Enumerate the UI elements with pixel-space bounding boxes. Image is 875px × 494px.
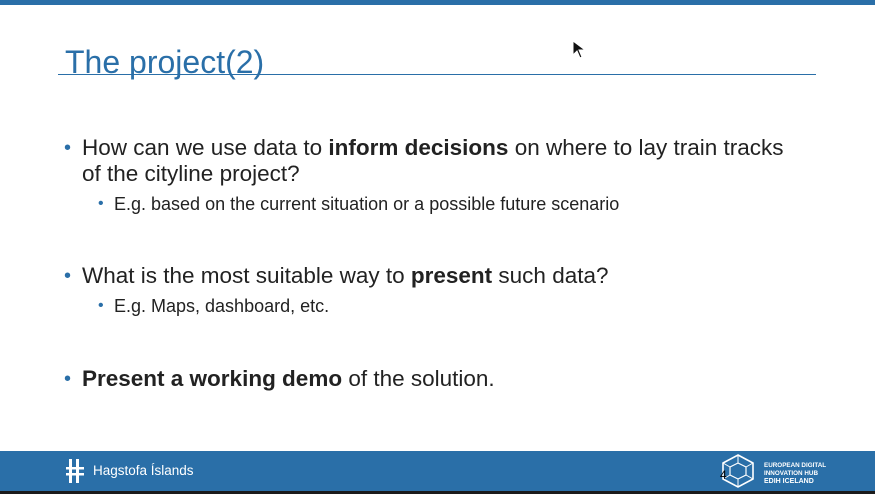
bullet-dot: • — [64, 137, 72, 159]
edih-line1: EUROPEAN DIGITAL — [764, 462, 827, 469]
sub-bullet-text: E.g. Maps, dashboard, etc. — [114, 296, 330, 316]
page-number: 4 — [720, 468, 727, 482]
top-accent-bar — [0, 0, 875, 5]
title-underline — [58, 74, 816, 75]
sub-bullet-text: E.g. based on the current situation or a… — [114, 194, 620, 214]
edih-label: EUROPEAN DIGITAL INNOVATION HUB EDIH ICE… — [764, 462, 826, 486]
bullet-dot: • — [64, 368, 72, 390]
edih-line3: EDIH ICELAND — [764, 478, 814, 485]
slide-title: The project(2) — [65, 44, 265, 80]
mouse-pointer-icon — [572, 40, 587, 59]
bullet-text-line2: of the cityline project? — [82, 161, 300, 186]
org-name: Hagstofa Íslands — [93, 463, 194, 478]
bullet-text: What is the most suitable way to present… — [82, 263, 609, 288]
bullet-text: Present a working demo of the solution. — [82, 366, 495, 391]
bullet-dot: • — [64, 265, 72, 287]
hagstofa-logo-icon — [66, 459, 84, 483]
bullet-text: How can we use data to inform decisions … — [82, 135, 784, 160]
sub-bullet-dot: • — [98, 297, 104, 314]
edih-line2: INNOVATION HUB — [764, 470, 818, 477]
sub-bullet-dot: • — [98, 195, 104, 212]
